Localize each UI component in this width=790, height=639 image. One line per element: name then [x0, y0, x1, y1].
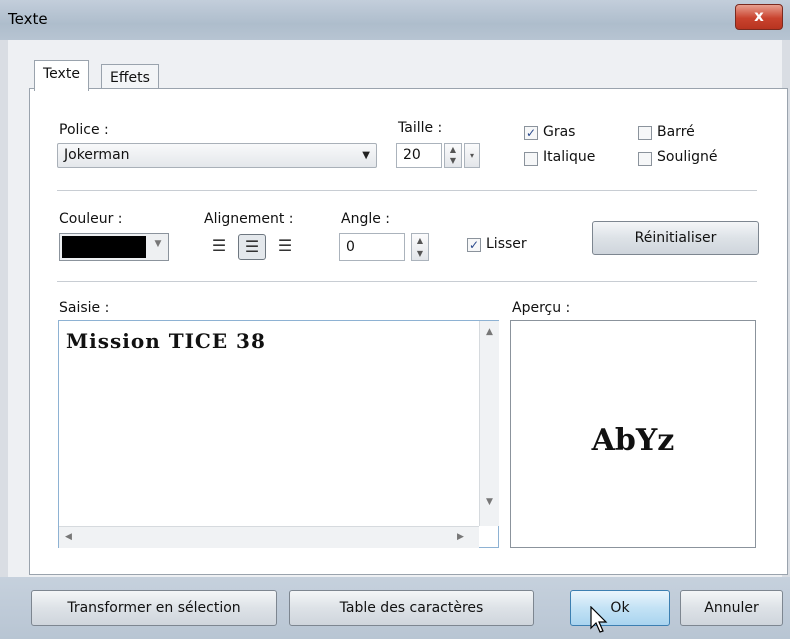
window-title: Texte: [8, 10, 48, 28]
size-dropdown[interactable]: ▾: [464, 143, 480, 168]
bold-label[interactable]: Gras: [543, 124, 575, 140]
chevron-down-icon: ▾: [469, 151, 474, 160]
align-center-button[interactable]: ☰: [238, 234, 266, 260]
angle-label: Angle :: [341, 211, 391, 227]
align-right-button[interactable]: ☰: [271, 234, 299, 260]
size-input[interactable]: 20: [396, 143, 442, 168]
character-table-button[interactable]: Table des caractères: [289, 590, 534, 626]
font-select[interactable]: Jokerman ▼: [57, 143, 377, 168]
title-bar[interactable]: [0, 0, 790, 40]
mouse-cursor-icon: [590, 606, 608, 633]
preview-sample: AbYz: [591, 423, 675, 458]
close-button[interactable]: x: [735, 4, 783, 30]
vertical-scrollbar[interactable]: ▲ ▼: [479, 321, 499, 526]
align-right-icon: ☰: [277, 236, 293, 255]
separator: [57, 281, 757, 282]
align-center-icon: ☰: [244, 237, 260, 256]
italic-label[interactable]: Italique: [543, 149, 595, 165]
preview-box: AbYz: [510, 320, 756, 548]
tab-effets[interactable]: Effets: [101, 64, 159, 91]
scroll-right-icon[interactable]: ▶: [457, 532, 464, 542]
input-label: Saisie :: [59, 300, 110, 316]
strike-checkbox[interactable]: [638, 126, 652, 140]
cancel-button[interactable]: Annuler: [680, 590, 783, 626]
transform-to-selection-button[interactable]: Transformer en sélection: [31, 590, 277, 626]
smooth-checkbox[interactable]: ✓: [467, 238, 481, 252]
horizontal-scrollbar[interactable]: ◀ ▶: [59, 526, 479, 548]
scroll-down-icon[interactable]: ▼: [480, 497, 499, 507]
angle-input[interactable]: 0: [339, 233, 405, 261]
smooth-label[interactable]: Lisser: [486, 236, 527, 252]
color-swatch: [62, 236, 146, 258]
text-input-area[interactable]: Mission TICE 38 ▲ ▼ ◀ ▶: [58, 320, 499, 548]
color-label: Couleur :: [59, 211, 123, 227]
spin-up-icon[interactable]: ▲: [445, 144, 461, 155]
spin-down-icon[interactable]: ▼: [412, 247, 428, 260]
underline-checkbox[interactable]: [638, 152, 652, 166]
close-icon: x: [754, 7, 764, 25]
reset-button[interactable]: Réinitialiser: [592, 221, 759, 255]
color-picker[interactable]: ▼: [59, 233, 169, 261]
font-value: Jokerman: [64, 147, 130, 163]
scroll-up-icon[interactable]: ▲: [480, 327, 499, 337]
preview-label: Aperçu :: [512, 300, 571, 316]
chevron-down-icon: ▼: [362, 150, 370, 161]
font-label: Police :: [59, 122, 109, 138]
tab-texte[interactable]: Texte: [34, 60, 89, 91]
strike-label[interactable]: Barré: [657, 124, 695, 140]
angle-spinner[interactable]: ▲ ▼: [411, 233, 429, 261]
input-text: Mission TICE 38: [66, 329, 266, 353]
align-left-button[interactable]: ☰: [205, 234, 233, 260]
separator: [57, 190, 757, 191]
bold-checkbox[interactable]: ✓: [524, 126, 538, 140]
ok-button[interactable]: Ok: [570, 590, 670, 626]
align-left-icon: ☰: [211, 236, 227, 255]
alignment-label: Alignement :: [204, 211, 294, 227]
underline-label[interactable]: Souligné: [657, 149, 717, 165]
size-label: Taille :: [398, 120, 443, 136]
spin-down-icon[interactable]: ▼: [445, 155, 461, 166]
chevron-down-icon: ▼: [154, 239, 162, 249]
scroll-left-icon[interactable]: ◀: [65, 532, 72, 542]
spin-up-icon[interactable]: ▲: [412, 234, 428, 247]
italic-checkbox[interactable]: [524, 152, 538, 166]
size-spinner[interactable]: ▲ ▼: [444, 143, 462, 168]
